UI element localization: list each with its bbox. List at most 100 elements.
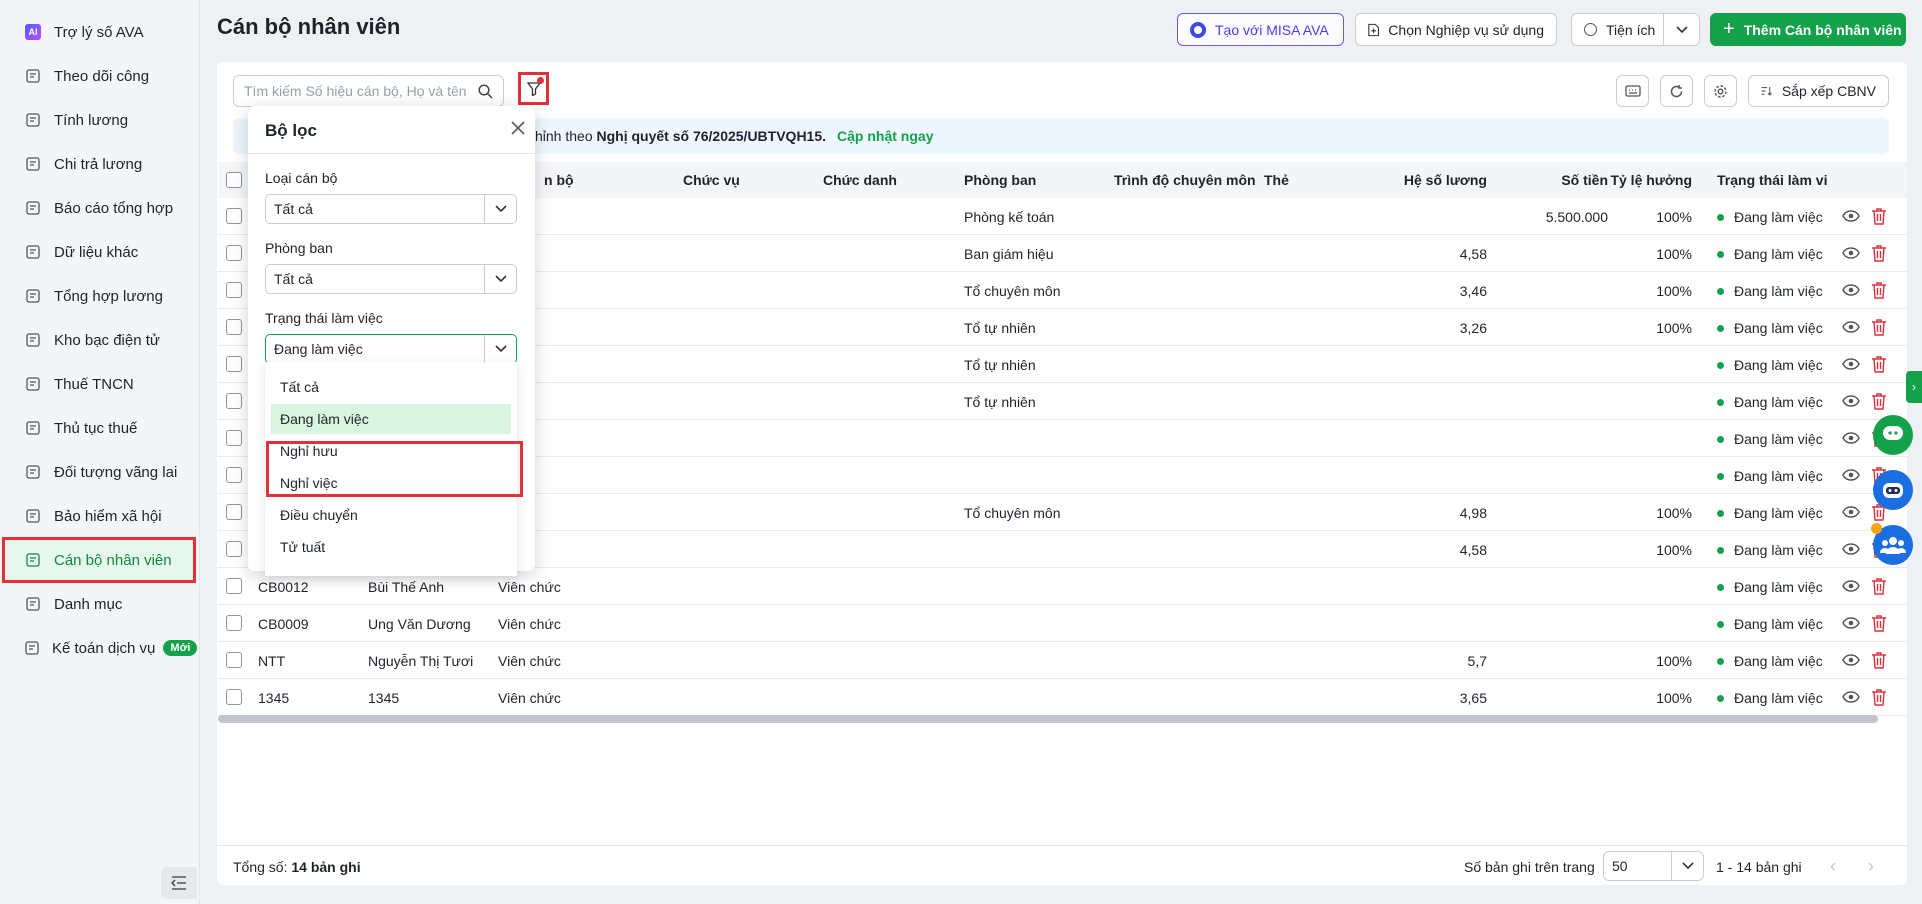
refresh-button[interactable]	[1660, 75, 1693, 107]
row-checkbox[interactable]	[226, 541, 242, 557]
horizontal-scrollbar[interactable]	[218, 715, 1878, 723]
trash-icon[interactable]	[1871, 614, 1887, 632]
row-checkbox[interactable]	[226, 356, 242, 372]
eye-icon[interactable]	[1842, 615, 1860, 631]
search-icon[interactable]	[478, 83, 493, 99]
department-dropdown[interactable]	[484, 265, 516, 293]
row-checkbox[interactable]	[226, 504, 242, 520]
filter-button[interactable]	[518, 72, 549, 105]
sort-button[interactable]: Sắp xếp CBNV	[1748, 75, 1889, 107]
per-page-dropdown[interactable]	[1671, 852, 1703, 880]
cell-name: 1345	[368, 690, 400, 706]
eye-icon[interactable]	[1842, 652, 1860, 668]
trash-icon[interactable]	[1871, 318, 1887, 336]
keyboard-button[interactable]	[1616, 75, 1649, 107]
side-expand-tab[interactable]: ›	[1906, 371, 1922, 403]
row-checkbox[interactable]	[226, 282, 242, 298]
eye-icon[interactable]	[1842, 541, 1860, 557]
utilities-button[interactable]: Tiện ích	[1571, 13, 1700, 46]
row-checkbox[interactable]	[226, 652, 242, 668]
sidebar-item[interactable]: Cán bộ nhân viên	[2, 537, 196, 583]
eye-icon[interactable]	[1842, 245, 1860, 261]
update-now-link[interactable]: Cập nhật ngay	[837, 128, 933, 144]
row-checkbox[interactable]	[226, 689, 242, 705]
option-transferred[interactable]: Điều chuyển	[271, 500, 511, 530]
add-employee-button[interactable]: + Thêm Cán bộ nhân viên	[1710, 13, 1906, 46]
eye-icon[interactable]	[1842, 356, 1860, 372]
staff-type-select[interactable]: Tất cả	[265, 194, 517, 224]
trash-icon[interactable]	[1871, 244, 1887, 262]
row-checkbox[interactable]	[226, 245, 242, 261]
trash-icon[interactable]	[1871, 281, 1887, 299]
eye-icon[interactable]	[1842, 319, 1860, 335]
eye-icon[interactable]	[1842, 208, 1860, 224]
eye-icon[interactable]	[1842, 393, 1860, 409]
eye-icon[interactable]	[1842, 504, 1860, 520]
utilities-dropdown[interactable]	[1663, 14, 1699, 45]
work-status-select[interactable]: Đang làm việc	[265, 334, 517, 364]
sidebar-item[interactable]: Kế toán dịch vụ Mới	[4, 627, 198, 669]
sidebar-item[interactable]: Đối tượng vãng lai	[4, 451, 194, 493]
users-icon	[24, 463, 42, 481]
choose-business-button[interactable]: Chọn Nghiệp vụ sử dụng	[1355, 13, 1557, 46]
chat-bot-button[interactable]	[1873, 415, 1913, 455]
row-checkbox[interactable]	[226, 393, 242, 409]
trash-icon[interactable]	[1871, 392, 1887, 410]
eye-icon[interactable]	[1842, 430, 1860, 446]
prev-page-icon[interactable]: ‹	[1830, 856, 1836, 877]
status-text: Đang làm việc	[1734, 357, 1823, 373]
next-page-icon[interactable]: ›	[1868, 856, 1874, 877]
row-checkbox[interactable]	[226, 319, 242, 335]
sidebar-item[interactable]: AI Trợ lý số AVA	[4, 11, 194, 53]
eye-icon[interactable]	[1842, 689, 1860, 705]
trash-icon[interactable]	[1871, 688, 1887, 706]
staff-type-dropdown[interactable]	[484, 195, 516, 223]
work-status-dropdown[interactable]	[484, 335, 516, 363]
option-working[interactable]: Đang làm việc	[271, 404, 511, 434]
per-page-select[interactable]: 50	[1603, 851, 1704, 881]
trash-icon[interactable]	[1871, 207, 1887, 225]
sidebar-item[interactable]: Theo dõi công	[4, 55, 194, 97]
row-checkbox[interactable]	[226, 430, 242, 446]
table-row[interactable]: 1345 1345 Viên chức 3,65 100% Đang làm việc	[218, 679, 1907, 716]
eye-icon[interactable]	[1842, 467, 1860, 483]
cell-dept: Tổ chuyên môn	[964, 283, 1061, 299]
select-all-checkbox[interactable]	[226, 172, 242, 188]
close-icon[interactable]	[510, 120, 526, 136]
ava-button[interactable]: Tạo với MISA AVA	[1177, 13, 1344, 46]
eye-icon[interactable]	[1842, 578, 1860, 594]
sidebar-item[interactable]: Bảo hiểm xã hội	[4, 495, 194, 537]
sidebar-item[interactable]: Kho bạc điện tử	[4, 319, 194, 361]
department-select[interactable]: Tất cả	[265, 264, 517, 294]
option-deceased[interactable]: Tử tuất	[271, 532, 511, 562]
option-all[interactable]: Tất cả	[271, 372, 511, 402]
sidebar-item[interactable]: Thuế TNCN	[4, 363, 194, 405]
sidebar-item[interactable]: Tính lương	[4, 99, 194, 141]
row-checkbox[interactable]	[226, 208, 242, 224]
sidebar-item-label: Trợ lý số AVA	[54, 23, 144, 41]
sidebar-item-label: Báo cáo tổng hợp	[54, 199, 174, 217]
sidebar-item[interactable]: Thủ tục thuế	[4, 407, 194, 449]
search-box[interactable]	[233, 75, 504, 107]
trash-icon[interactable]	[1871, 355, 1887, 373]
search-input[interactable]	[244, 83, 478, 99]
status-text: Đang làm việc	[1734, 394, 1823, 410]
cell-type: Viên chức	[498, 653, 561, 669]
row-checkbox[interactable]	[226, 467, 242, 483]
sidebar-item[interactable]: Tổng hợp lương	[4, 275, 194, 317]
row-checkbox[interactable]	[226, 578, 242, 594]
sidebar-item[interactable]: Danh mục	[4, 583, 194, 625]
keyboard-icon	[1624, 85, 1641, 97]
eye-icon[interactable]	[1842, 282, 1860, 298]
sidebar-item[interactable]: Dữ liệu khác	[4, 231, 194, 273]
sidebar-item[interactable]: Báo cáo tổng hợp	[4, 187, 194, 229]
table-row[interactable]: NTT Nguyễn Thị Tươi Viên chức 5,7 100% Đang l…	[218, 642, 1907, 679]
settings-button[interactable]	[1704, 75, 1737, 107]
table-row[interactable]: CB0009 Ung Văn Dương Viên chức Đang làm việ…	[218, 605, 1907, 642]
assistant-bot-button[interactable]	[1873, 470, 1913, 510]
sidebar-item[interactable]: Chi trả lương	[4, 143, 194, 185]
row-checkbox[interactable]	[226, 615, 242, 631]
trash-icon[interactable]	[1871, 577, 1887, 595]
trash-icon[interactable]	[1871, 651, 1887, 669]
collapse-sidebar-button[interactable]	[161, 867, 197, 899]
